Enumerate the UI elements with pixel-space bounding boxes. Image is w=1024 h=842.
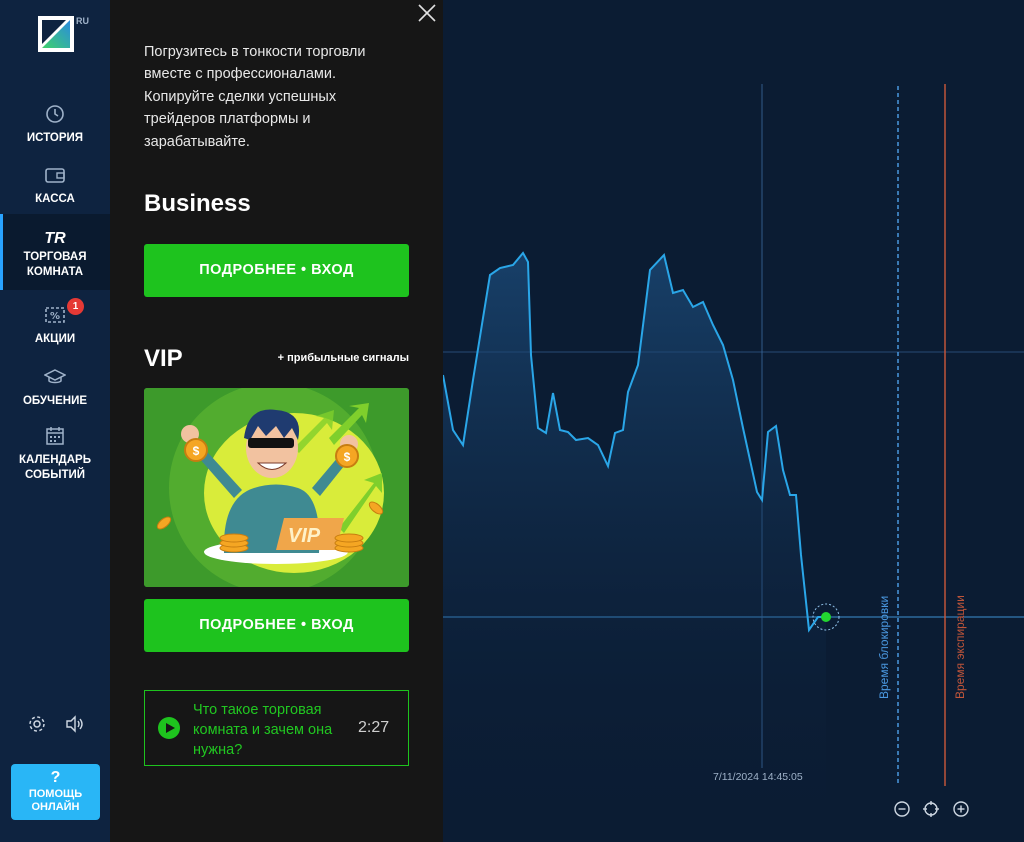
- vip-illustration: VIP $ $: [144, 388, 409, 587]
- sidebar-item-label: КОМНАТА: [26, 266, 84, 278]
- help-label: ОНЛАЙН: [31, 801, 80, 813]
- history-icon: [46, 105, 64, 123]
- sidebar-item-history[interactable]: ИСТОРИЯ: [0, 103, 110, 146]
- zoom-out-icon[interactable]: [893, 800, 911, 818]
- sidebar-item-label: КАЛЕНДАРЬ: [19, 454, 91, 466]
- vip-signals-tag: + прибыльные сигналы: [277, 352, 409, 364]
- sidebar-item-label: ИСТОРИЯ: [26, 132, 84, 144]
- trading-room-icon: TR: [44, 230, 66, 247]
- intro-video-link[interactable]: Что такое торговая комната и зачем она н…: [144, 690, 409, 766]
- price-chart-svg: [443, 84, 1024, 842]
- logo-region-label: RU: [76, 16, 89, 26]
- expiry-time-label: Время экспирации: [953, 595, 967, 699]
- business-details-button[interactable]: ПОДРОБНЕЕ • ВХОД: [144, 244, 409, 297]
- center-view-icon[interactable]: [922, 800, 940, 818]
- sidebar-item-label: АКЦИИ: [34, 333, 76, 345]
- sidebar-item-label: ТОРГОВАЯ: [23, 251, 87, 263]
- graduation-cap-icon: [44, 369, 66, 384]
- wallet-icon: [45, 168, 65, 183]
- notification-badge: 1: [67, 298, 84, 315]
- percent-icon: %: [45, 307, 65, 323]
- vip-details-button[interactable]: ПОДРОБНЕЕ • ВХОД: [144, 599, 409, 652]
- sidebar-item-label: ОБУЧЕНИЕ: [22, 395, 88, 407]
- calendar-icon: [46, 427, 64, 445]
- current-price-point: [821, 612, 831, 622]
- video-title: Что такое торговая комната и зачем она н…: [193, 702, 333, 758]
- sidebar-item-label: КАССА: [35, 193, 75, 205]
- sound-icon[interactable]: [64, 714, 84, 734]
- help-label: ПОМОЩЬ: [28, 788, 83, 800]
- chart-timestamp: 7/11/2024 14:45:05: [713, 771, 803, 783]
- sidebar-item-promotions[interactable]: % 1 АКЦИИ: [0, 298, 110, 347]
- logo-icon[interactable]: [38, 16, 74, 52]
- sidebar-item-cashier[interactable]: КАССА: [0, 164, 110, 207]
- svg-text:$: $: [193, 444, 200, 458]
- vip-illustration-text: VIP: [288, 525, 321, 547]
- price-area: [443, 253, 826, 842]
- sidebar: RU ИСТОРИЯ КАССА TR ТОРГОВАЯ КОМНАТА % 1…: [0, 0, 110, 842]
- close-icon[interactable]: [416, 2, 438, 24]
- svg-text:$: $: [344, 450, 351, 464]
- sidebar-item-events-calendar[interactable]: КАЛЕНДАРЬ СОБЫТИЙ: [0, 425, 110, 483]
- settings-gear-icon[interactable]: [27, 714, 47, 734]
- question-icon: ?: [50, 769, 61, 786]
- business-title: Business: [144, 190, 251, 217]
- vip-title: VIP: [144, 345, 183, 372]
- sidebar-item-trading-room[interactable]: TR ТОРГОВАЯ КОМНАТА: [0, 214, 110, 290]
- zoom-in-icon[interactable]: [952, 800, 970, 818]
- svg-text:%: %: [50, 311, 60, 322]
- lock-time-label: Время блокировки: [877, 595, 891, 699]
- video-duration: 2:27: [358, 719, 390, 736]
- panel-intro-text: Погрузитесь в тонкости торговли вместе с…: [144, 44, 366, 150]
- sidebar-item-label: СОБЫТИЙ: [24, 469, 86, 481]
- sidebar-item-education[interactable]: ОБУЧЕНИЕ: [0, 366, 110, 409]
- play-icon: [158, 717, 180, 739]
- help-online-button[interactable]: ? ПОМОЩЬ ОНЛАЙН: [11, 764, 100, 820]
